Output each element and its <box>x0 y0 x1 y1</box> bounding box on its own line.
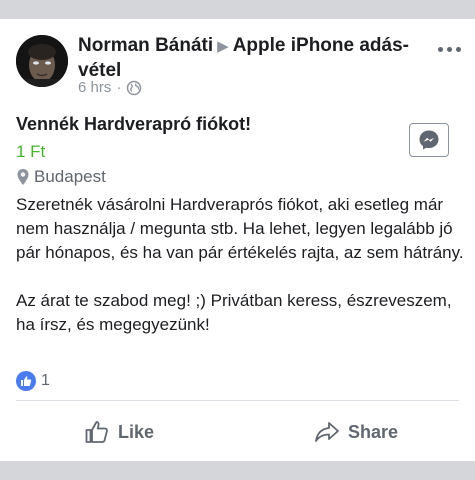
avatar[interactable] <box>16 35 68 87</box>
share-icon <box>315 422 339 442</box>
more-options-icon[interactable] <box>438 47 461 52</box>
post-body-paragraph: Az árat te szabod meg! ;) Privátban kere… <box>16 291 452 334</box>
reaction-summary[interactable]: 1 <box>16 371 50 391</box>
share-button[interactable]: Share <box>314 414 398 450</box>
post-time[interactable]: 6 hrs <box>78 79 111 96</box>
feed-separator-bottom <box>0 461 475 480</box>
post-body: Szeretnék vásárolni Hardveraprós fiókot,… <box>16 193 464 337</box>
like-icon <box>85 421 108 443</box>
item-location: Budapest <box>16 167 106 187</box>
messenger-icon <box>419 130 439 150</box>
avatar-image <box>16 35 68 87</box>
item-title: Vennék Hardverapró fiókot! <box>16 114 252 134</box>
author-name[interactable]: Norman Bánáti <box>78 35 213 56</box>
thumbs-up-icon <box>16 371 36 391</box>
divider <box>16 400 459 401</box>
reaction-count: 1 <box>41 372 50 389</box>
like-button[interactable]: Like <box>84 414 154 450</box>
like-label: Like <box>118 421 155 442</box>
item-price: 1 Ft <box>16 142 46 161</box>
location-text: Budapest <box>34 167 106 186</box>
arrow-right-icon: ▶ <box>217 38 229 55</box>
post-meta: 6 hrs · <box>78 79 142 96</box>
share-label: Share <box>348 421 399 442</box>
meta-separator: · <box>116 79 122 96</box>
message-seller-button[interactable] <box>409 123 449 157</box>
feed-separator-top <box>0 0 475 19</box>
post-header: Norman Bánáti ▶ Apple iPhone adás-vétel <box>78 34 418 83</box>
post-card: Norman Bánáti ▶ Apple iPhone adás-vétel 6 … <box>0 19 475 461</box>
globe-icon <box>127 80 142 95</box>
map-pin-icon <box>17 169 29 185</box>
post-body-paragraph: Szeretnék vásárolni Hardveraprós fiókot,… <box>16 195 464 262</box>
